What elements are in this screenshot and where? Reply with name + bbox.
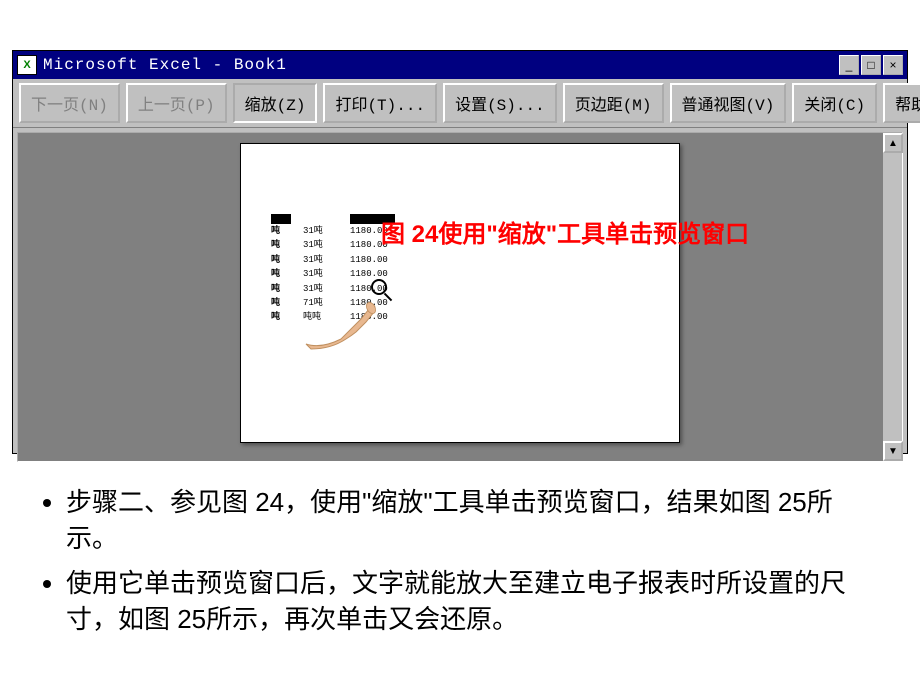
margins-button[interactable]: 页边距(M)	[563, 83, 664, 123]
next-page-button[interactable]: 下一页(N)	[19, 83, 120, 123]
close-preview-button[interactable]: 关闭(C)	[792, 83, 877, 123]
figure-annotation: 图 24使用"缩放"工具单击预览窗口	[381, 214, 749, 249]
setup-button[interactable]: 设置(S)...	[443, 83, 557, 123]
minimize-button[interactable]: _	[839, 55, 859, 75]
zoom-button[interactable]: 缩放(Z)	[233, 83, 318, 123]
pointing-hand-icon	[301, 294, 391, 354]
prev-page-button[interactable]: 上一页(P)	[126, 83, 227, 123]
window-controls: _ □ ×	[839, 55, 903, 75]
normal-view-button[interactable]: 普通视图(V)	[670, 83, 787, 123]
preview-page[interactable]: ■■ 吨31吨1180.00 吨31吨1180.00 吨31吨1180.00 吨…	[240, 143, 680, 443]
excel-print-preview-window: X Microsoft Excel - Book1 _ □ × 下一页(N) 上…	[12, 50, 908, 454]
window-title: Microsoft Excel - Book1	[43, 56, 839, 74]
magnifier-cursor-icon	[371, 279, 387, 295]
close-button[interactable]: ×	[883, 55, 903, 75]
preview-viewport[interactable]: ■■ 吨31吨1180.00 吨31吨1180.00 吨31吨1180.00 吨…	[17, 132, 903, 462]
bullet-zoom-explanation: 使用它单击预览窗口后，文字就能放大至建立电子报表时所设置的尺寸，如图 25所示，…	[66, 565, 878, 638]
excel-app-icon: X	[17, 55, 37, 75]
scroll-up-button[interactable]: ▲	[883, 133, 903, 153]
bullet-step-2: 步骤二、参见图 24，使用"缩放"工具单击预览窗口，结果如图 25所示。	[66, 484, 878, 557]
instructional-text: 步骤二、参见图 24，使用"缩放"工具单击预览窗口，结果如图 25所示。 使用它…	[12, 474, 908, 656]
maximize-button[interactable]: □	[861, 55, 881, 75]
help-button[interactable]: 帮助(H)	[883, 83, 920, 123]
title-bar: X Microsoft Excel - Book1 _ □ ×	[13, 51, 907, 79]
print-button[interactable]: 打印(T)...	[323, 83, 437, 123]
scroll-down-button[interactable]: ▼	[883, 441, 903, 461]
vertical-scrollbar[interactable]: ▲ ▼	[882, 133, 902, 461]
print-preview-toolbar: 下一页(N) 上一页(P) 缩放(Z) 打印(T)... 设置(S)... 页边…	[13, 79, 907, 128]
